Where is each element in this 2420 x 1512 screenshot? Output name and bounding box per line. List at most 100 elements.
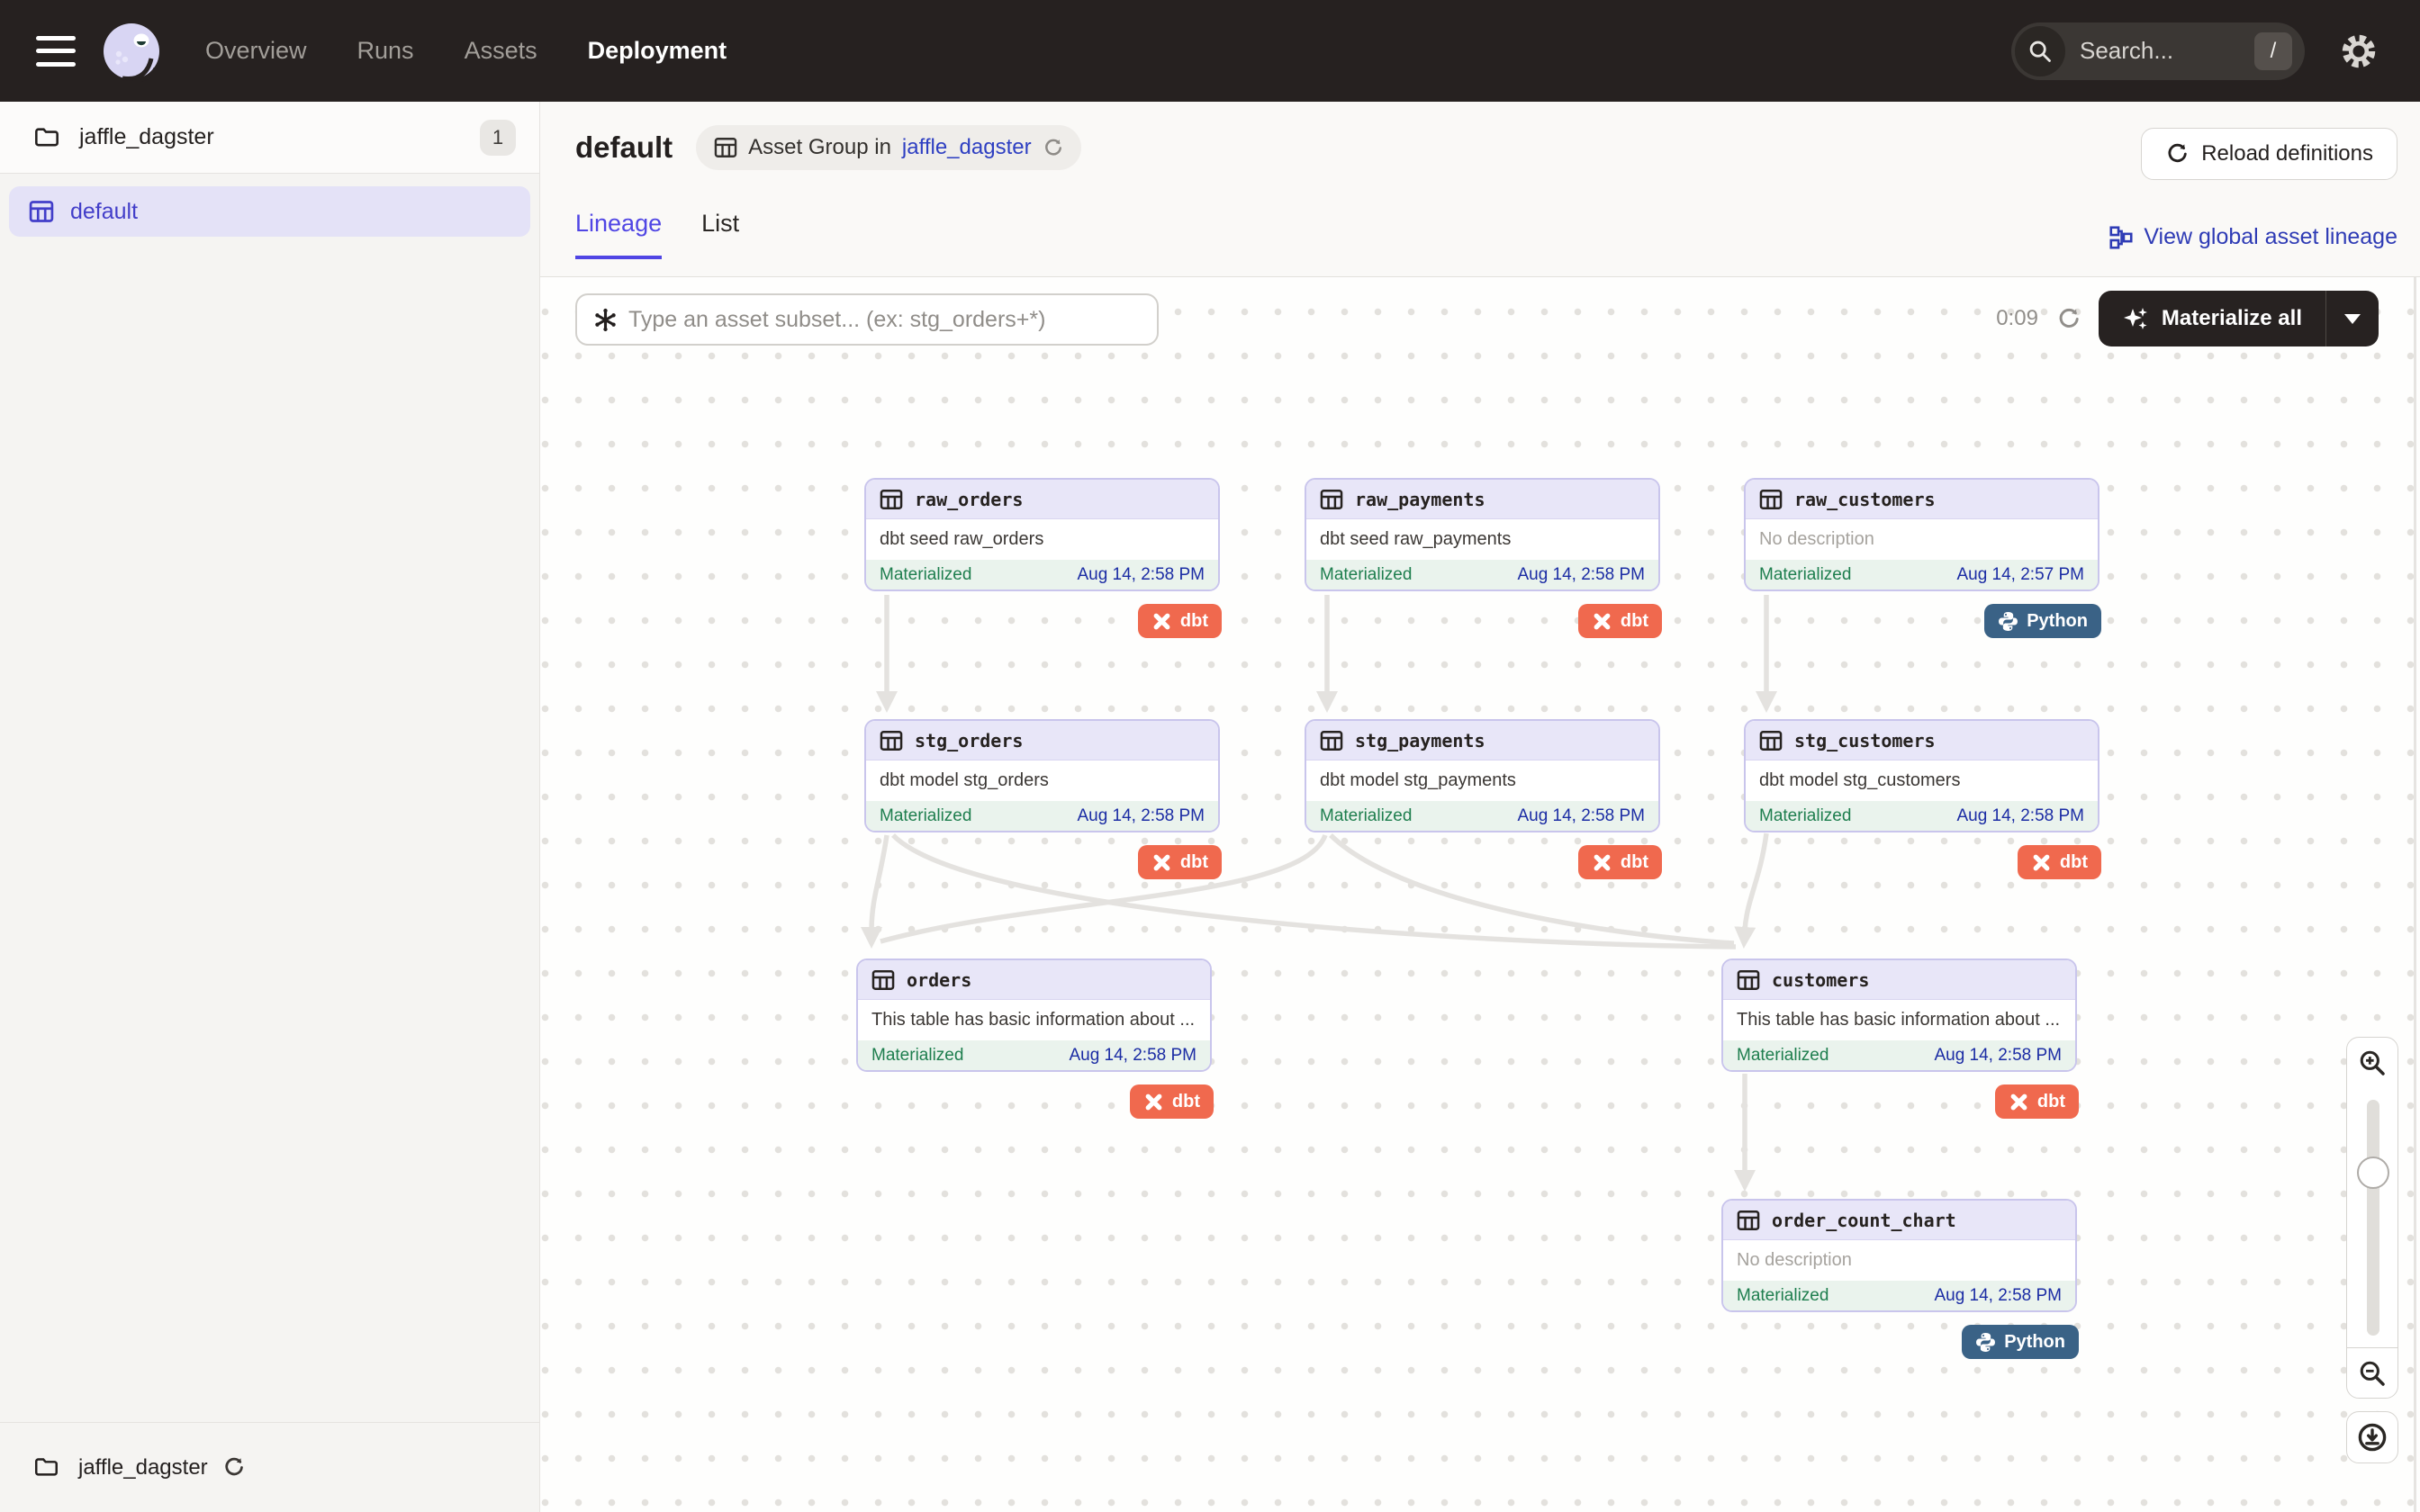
asset-description: dbt model stg_orders xyxy=(866,760,1218,801)
asset-node-raw_customers[interactable]: raw_customers No description Materialize… xyxy=(1744,478,2099,591)
asset-node-stg_payments[interactable]: stg_payments dbt model stg_payments Mate… xyxy=(1305,719,1660,832)
folder-icon xyxy=(34,1455,59,1480)
kind-badge-label: dbt xyxy=(1172,1092,1200,1112)
kind-badge-label: dbt xyxy=(2060,852,2088,873)
asset-name: raw_orders xyxy=(915,489,1023,510)
reload-definitions-button[interactable]: Reload definitions xyxy=(2141,128,2397,180)
table-icon xyxy=(1759,729,1783,752)
kind-badge-label: dbt xyxy=(1621,611,1648,632)
lineage-edge-stg_customers-to-customers xyxy=(1745,833,1766,931)
zoom-in-button[interactable] xyxy=(2346,1037,2398,1088)
refresh-icon[interactable] xyxy=(1043,138,1063,158)
dbt-icon xyxy=(1592,852,1612,873)
materialize-all-button[interactable]: Materialize all xyxy=(2099,291,2379,346)
table-icon xyxy=(1737,1209,1760,1232)
asset-status: Materialized xyxy=(1737,1286,1829,1306)
sidebar-item-default[interactable]: default xyxy=(9,186,530,237)
asset-group-icon xyxy=(714,136,737,159)
asset-timestamp: Aug 14, 2:58 PM xyxy=(1934,1286,2062,1306)
search-placeholder: Search... xyxy=(2080,37,2254,65)
asset-name: orders xyxy=(907,969,971,991)
dbt-kind-badge[interactable]: dbt xyxy=(1995,1084,2079,1119)
nav-item-overview[interactable]: Overview xyxy=(205,37,307,65)
asset-description: dbt model stg_payments xyxy=(1306,760,1658,801)
asset-node-order_count_chart[interactable]: order_count_chart No description Materia… xyxy=(1721,1199,2077,1312)
asset-group-prefix: Asset Group in xyxy=(748,135,891,160)
asset-node-raw_payments[interactable]: raw_payments dbt seed raw_payments Mater… xyxy=(1305,478,1660,591)
table-icon xyxy=(1320,488,1343,511)
settings-gear-icon[interactable] xyxy=(2337,30,2380,73)
asset-node-orders[interactable]: orders This table has basic information … xyxy=(856,958,1212,1072)
asset-node-stg_orders[interactable]: stg_orders dbt model stg_orders Material… xyxy=(864,719,1220,832)
table-icon xyxy=(871,968,895,992)
asset-status: Materialized xyxy=(880,806,971,826)
dbt-icon xyxy=(2009,1092,2029,1112)
asset-selector-icon xyxy=(593,308,618,332)
dbt-kind-badge[interactable]: dbt xyxy=(1130,1084,1214,1119)
kind-badge-label: Python xyxy=(2027,611,2088,632)
dbt-kind-badge[interactable]: dbt xyxy=(1578,604,1662,638)
code-location-sidebar: jaffle_dagster 1 default jaffle_dagster xyxy=(0,102,540,1512)
asset-node-raw_orders[interactable]: raw_orders dbt seed raw_orders Materiali… xyxy=(864,478,1220,591)
asset-description: dbt seed raw_orders xyxy=(866,519,1218,560)
view-global-asset-lineage-label: View global asset lineage xyxy=(2144,224,2397,250)
sidebar-item-label: default xyxy=(70,199,138,225)
kind-badge-label: dbt xyxy=(1180,852,1208,873)
scrollbar-track[interactable] xyxy=(2414,277,2416,1512)
asset-description: This table has basic information about .… xyxy=(1723,1000,2075,1040)
tab-list[interactable]: List xyxy=(701,210,739,259)
python-kind-badge[interactable]: Python xyxy=(1962,1325,2079,1359)
dagster-logo[interactable] xyxy=(101,21,162,82)
kind-badge-label: dbt xyxy=(2037,1092,2065,1112)
kind-badge-label: Python xyxy=(2004,1332,2065,1353)
reload-definitions-label: Reload definitions xyxy=(2201,141,2373,166)
asset-node-customers[interactable]: customers This table has basic informati… xyxy=(1721,958,2077,1072)
sidebar-item-jaffle-dagster[interactable]: jaffle_dagster 1 xyxy=(0,102,539,174)
view-global-asset-lineage-link[interactable]: View global asset lineage xyxy=(2109,224,2397,250)
zoom-slider[interactable] xyxy=(2346,1087,2398,1348)
hamburger-menu-icon[interactable] xyxy=(36,36,76,67)
asset-status: Materialized xyxy=(880,565,971,585)
asset-description: No description xyxy=(1746,519,2098,560)
materialize-all-label: Materialize all xyxy=(2162,306,2302,331)
asset-timestamp: Aug 14, 2:58 PM xyxy=(1077,806,1205,826)
table-icon xyxy=(1759,488,1783,511)
zoom-slider-thumb[interactable] xyxy=(2357,1156,2389,1189)
dbt-icon xyxy=(1143,1092,1164,1112)
dbt-icon xyxy=(1151,852,1172,873)
sidebar-footer: jaffle_dagster xyxy=(0,1422,539,1512)
lineage-edge-stg_orders-to-orders xyxy=(871,835,887,931)
dbt-kind-badge[interactable]: dbt xyxy=(1138,845,1222,879)
lineage-canvas[interactable]: Type an asset subset... (ex: stg_orders+… xyxy=(540,277,2420,1512)
dbt-kind-badge[interactable]: dbt xyxy=(1138,604,1222,638)
sidebar-group-label: jaffle_dagster xyxy=(79,124,214,150)
nav-item-deployment[interactable]: Deployment xyxy=(588,37,727,65)
dbt-icon xyxy=(1592,611,1612,632)
nav-item-runs[interactable]: Runs xyxy=(357,37,414,65)
zoom-out-button[interactable] xyxy=(2346,1347,2398,1399)
asset-subset-input[interactable]: Type an asset subset... (ex: stg_orders+… xyxy=(575,293,1159,346)
asset-group-link[interactable]: jaffle_dagster xyxy=(902,135,1032,160)
asset-description: dbt seed raw_payments xyxy=(1306,519,1658,560)
view-tabs: Lineage List xyxy=(575,210,739,259)
refresh-icon[interactable] xyxy=(222,1456,245,1479)
tab-lineage[interactable]: Lineage xyxy=(575,210,662,259)
table-icon xyxy=(1737,968,1760,992)
top-nav: Overview Runs Assets Deployment Search..… xyxy=(0,0,2420,102)
lineage-edges xyxy=(540,277,2420,1512)
search-input[interactable]: Search... / xyxy=(2011,22,2305,80)
materialize-options-dropdown[interactable] xyxy=(2326,291,2379,346)
lineage-edge-stg_payments-to-customers xyxy=(1331,835,1734,943)
nav-item-assets[interactable]: Assets xyxy=(465,37,537,65)
export-image-button[interactable] xyxy=(2346,1411,2398,1463)
asset-node-stg_customers[interactable]: stg_customers dbt model stg_customers Ma… xyxy=(1744,719,2099,832)
dbt-kind-badge[interactable]: dbt xyxy=(2018,845,2101,879)
asset-description: dbt model stg_customers xyxy=(1746,760,2098,801)
asset-status: Materialized xyxy=(1737,1046,1829,1066)
dbt-kind-badge[interactable]: dbt xyxy=(1578,845,1662,879)
python-kind-badge[interactable]: Python xyxy=(1984,604,2101,638)
table-icon xyxy=(880,729,903,752)
python-icon xyxy=(1975,1332,1996,1353)
asset-status: Materialized xyxy=(1759,806,1851,826)
refresh-icon[interactable] xyxy=(2056,307,2081,331)
